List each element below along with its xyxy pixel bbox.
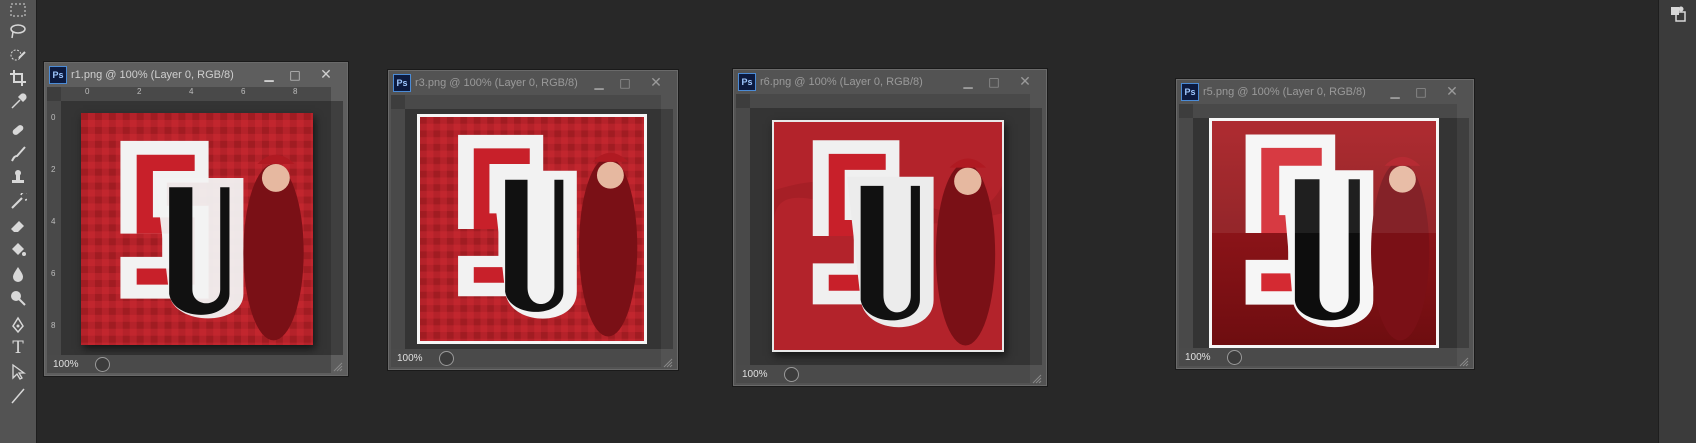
- minimize-button[interactable]: ▁: [1383, 84, 1407, 100]
- status-menu-button[interactable]: [1227, 349, 1242, 365]
- canvas-area[interactable]: [61, 101, 331, 355]
- photoshop-icon: Ps: [393, 74, 411, 92]
- close-button[interactable]: ✕: [639, 75, 673, 91]
- canvas-area[interactable]: [750, 108, 1030, 365]
- close-button[interactable]: ✕: [1435, 84, 1469, 100]
- canvas-area[interactable]: [405, 109, 661, 349]
- ruler-tick-label: 0: [85, 87, 90, 96]
- artwork-image: [417, 114, 647, 344]
- paint-bucket-tool-icon[interactable]: [6, 239, 30, 261]
- document-window-r1[interactable]: Ps r1.png @ 100% (Layer 0, RGB/8) ▁ □ ✕ …: [44, 62, 348, 376]
- vertical-scrollbar[interactable]: [331, 101, 343, 355]
- status-bar: 100%: [391, 349, 661, 367]
- document-title-bar[interactable]: Ps r6.png @ 100% (Layer 0, RGB/8) ▁ □ ✕: [734, 70, 1046, 94]
- document-window-r3[interactable]: Ps r3.png @ 100% (Layer 0, RGB/8) ▁ □ ✕ …: [388, 70, 678, 370]
- status-bar: 100%: [47, 355, 331, 373]
- maximize-button[interactable]: □: [982, 74, 1006, 90]
- ruler-origin[interactable]: [736, 94, 750, 108]
- resize-grip[interactable]: [663, 353, 673, 368]
- maximize-button[interactable]: □: [613, 75, 637, 91]
- crop-tool-icon[interactable]: [6, 67, 30, 89]
- vertical-scrollbar[interactable]: [1457, 118, 1469, 348]
- artwork-image: [81, 113, 313, 345]
- blur-tool-icon[interactable]: [6, 263, 30, 285]
- path-selection-tool-icon[interactable]: [6, 361, 30, 383]
- artwork-image: [772, 120, 1004, 352]
- ruler-tick-label: 0: [51, 113, 56, 122]
- panel-dock: [1658, 0, 1696, 443]
- zoom-level[interactable]: 100%: [736, 369, 784, 380]
- status-menu-button[interactable]: [439, 350, 454, 366]
- marquee-tool-icon[interactable]: [6, 0, 30, 22]
- eraser-tool-icon[interactable]: [6, 215, 30, 237]
- brush-tool-icon[interactable]: [6, 143, 30, 165]
- ruler-origin[interactable]: [47, 87, 61, 101]
- document-title-bar[interactable]: Ps r3.png @ 100% (Layer 0, RGB/8) ▁ □ ✕: [389, 71, 677, 95]
- canvas-area[interactable]: [1193, 118, 1457, 348]
- vertical-ruler[interactable]: [1179, 118, 1194, 348]
- dodge-tool-icon[interactable]: [6, 287, 30, 309]
- quick-selection-tool-icon[interactable]: [6, 44, 30, 66]
- minimize-button[interactable]: ▁: [956, 74, 980, 90]
- tools-panel: T: [0, 0, 37, 443]
- ruler-tick-label: 2: [51, 165, 56, 174]
- lasso-tool-icon[interactable]: [6, 20, 30, 42]
- ruler-tick-label: 4: [51, 217, 56, 226]
- ruler-origin[interactable]: [1179, 104, 1193, 118]
- status-menu-button[interactable]: [95, 356, 110, 372]
- vertical-ruler[interactable]: 0 2 4 6 8: [47, 101, 62, 355]
- minimize-button[interactable]: ▁: [257, 67, 281, 83]
- photoshop-icon: Ps: [1181, 83, 1199, 101]
- ruler-tick-label: 8: [293, 87, 298, 96]
- ruler-origin[interactable]: [391, 95, 405, 109]
- horizontal-ruler[interactable]: 0 2 4 6 8: [61, 87, 331, 102]
- line-tool-icon[interactable]: [6, 385, 30, 407]
- eyedropper-tool-icon[interactable]: [6, 91, 30, 113]
- photoshop-icon: Ps: [49, 66, 67, 84]
- resize-grip[interactable]: [333, 357, 343, 372]
- minimize-button[interactable]: ▁: [587, 75, 611, 91]
- document-title-bar[interactable]: Ps r1.png @ 100% (Layer 0, RGB/8) ▁ □ ✕: [45, 63, 347, 87]
- document-title: r6.png @ 100% (Layer 0, RGB/8): [760, 76, 923, 88]
- document-window-r6[interactable]: Ps r6.png @ 100% (Layer 0, RGB/8) ▁ □ ✕: [733, 69, 1047, 386]
- maximize-button[interactable]: □: [1409, 84, 1433, 100]
- pen-tool-icon[interactable]: [6, 314, 30, 336]
- close-button[interactable]: ✕: [309, 67, 343, 83]
- zoom-level[interactable]: 100%: [1179, 352, 1227, 363]
- ruler-tick-label: 8: [51, 321, 56, 330]
- zoom-level[interactable]: 100%: [47, 359, 95, 370]
- document-title: r3.png @ 100% (Layer 0, RGB/8): [415, 77, 578, 89]
- vertical-ruler[interactable]: [736, 108, 751, 365]
- clone-stamp-tool-icon[interactable]: [6, 167, 30, 189]
- maximize-button[interactable]: □: [283, 67, 307, 83]
- resize-grip[interactable]: [1459, 352, 1469, 367]
- close-button[interactable]: ✕: [1008, 74, 1042, 90]
- healing-brush-tool-icon[interactable]: [6, 119, 30, 141]
- artwork-image: [1209, 118, 1439, 348]
- horizontal-ruler[interactable]: [405, 95, 661, 110]
- document-title: r1.png @ 100% (Layer 0, RGB/8): [71, 69, 234, 81]
- ruler-tick-label: 6: [241, 87, 246, 96]
- document-window-r5[interactable]: Ps r5.png @ 100% (Layer 0, RGB/8) ▁ □ ✕: [1176, 79, 1474, 369]
- ruler-tick-label: 2: [137, 87, 142, 96]
- ruler-tick-label: 4: [189, 87, 194, 96]
- vertical-scrollbar[interactable]: [661, 109, 673, 349]
- vertical-scrollbar[interactable]: [1030, 108, 1042, 365]
- vertical-ruler[interactable]: [391, 109, 406, 349]
- history-brush-tool-icon[interactable]: [6, 191, 30, 213]
- zoom-level[interactable]: 100%: [391, 353, 439, 364]
- ruler-tick-label: 6: [51, 269, 56, 278]
- status-bar: 100%: [736, 365, 1030, 383]
- document-title: r5.png @ 100% (Layer 0, RGB/8): [1203, 86, 1366, 98]
- document-title-bar[interactable]: Ps r5.png @ 100% (Layer 0, RGB/8) ▁ □ ✕: [1177, 80, 1473, 104]
- type-tool-icon[interactable]: T: [6, 337, 30, 359]
- resize-grip[interactable]: [1032, 369, 1042, 384]
- panel-icon[interactable]: [1668, 4, 1688, 24]
- horizontal-ruler[interactable]: [1193, 104, 1457, 119]
- photoshop-icon: Ps: [738, 73, 756, 91]
- status-menu-button[interactable]: [784, 366, 799, 382]
- horizontal-ruler[interactable]: [750, 94, 1030, 109]
- status-bar: 100%: [1179, 348, 1457, 366]
